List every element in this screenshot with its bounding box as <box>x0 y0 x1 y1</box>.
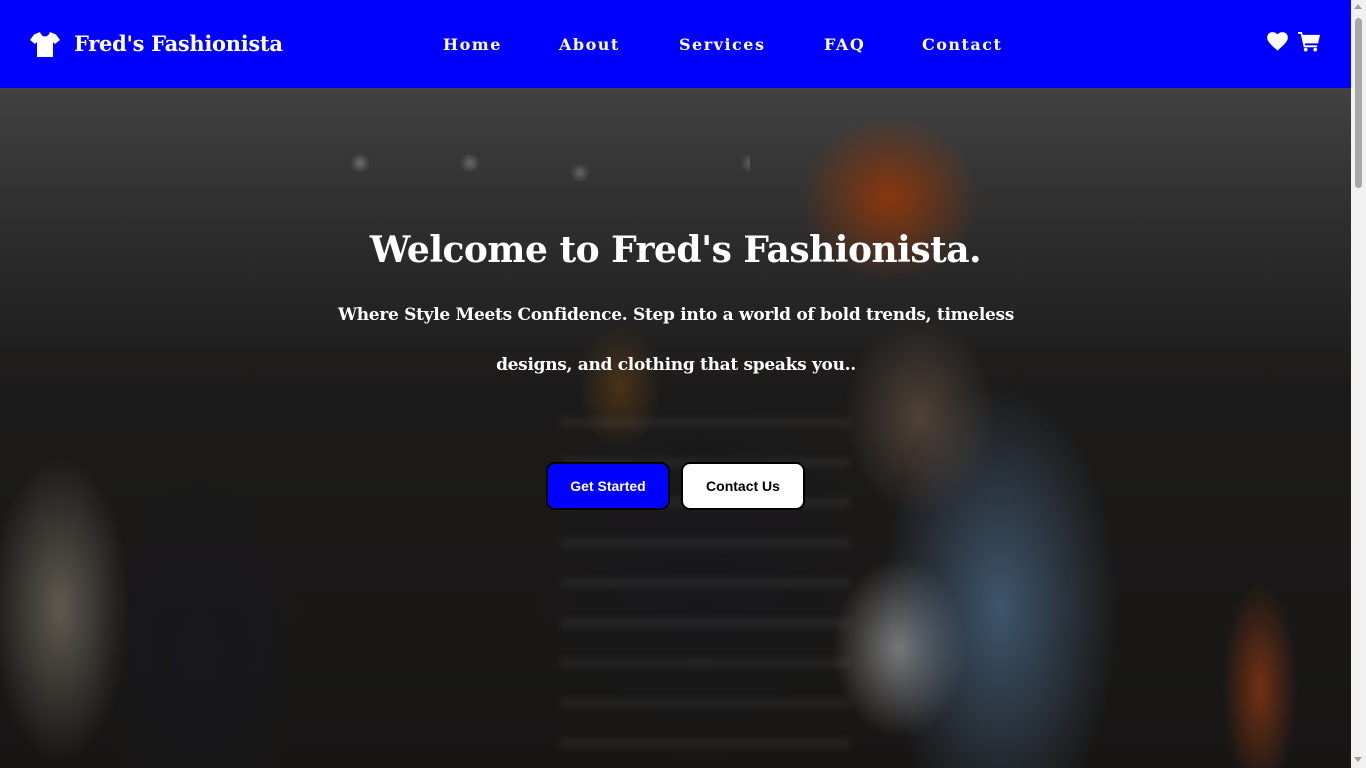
navbar: Fred's Fashionista Home About Services F… <box>0 0 1351 88</box>
brand-name: Fred's Fashionista <box>74 31 283 56</box>
tshirt-icon <box>30 31 60 57</box>
nav-home[interactable]: Home <box>443 34 502 56</box>
scroll-up-arrow-icon[interactable] <box>1354 4 1362 9</box>
cart-icon[interactable] <box>1298 31 1321 52</box>
page-scrollbar[interactable] <box>1351 0 1366 768</box>
get-started-button[interactable]: Get Started <box>546 462 670 510</box>
nav-faq[interactable]: FAQ <box>824 34 865 56</box>
hero-subtitle: Where Style Meets Confidence. Step into … <box>337 305 1015 375</box>
hero-title: Welcome to Fred's Fashionista. <box>369 229 982 271</box>
scroll-down-arrow-icon[interactable] <box>1354 757 1362 762</box>
brand[interactable]: Fred's Fashionista <box>30 30 283 58</box>
hero-overlay <box>0 88 1351 768</box>
nav-about[interactable]: About <box>559 34 620 56</box>
hero-section: Welcome to Fred's Fashionista. Where Sty… <box>0 88 1351 768</box>
page: Fred's Fashionista Home About Services F… <box>0 0 1366 768</box>
scrollbar-thumb[interactable] <box>1355 18 1362 188</box>
nav-contact[interactable]: Contact <box>922 34 1002 56</box>
nav-services[interactable]: Services <box>679 34 765 56</box>
heart-icon[interactable] <box>1267 32 1288 51</box>
contact-us-button[interactable]: Contact Us <box>681 462 805 510</box>
nav-icons <box>1267 31 1321 52</box>
